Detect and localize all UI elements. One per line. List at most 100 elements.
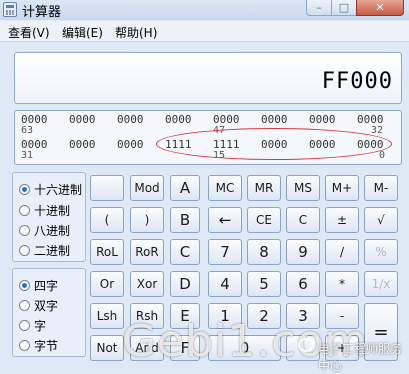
digit-2-button[interactable]: 2 [247, 303, 281, 329]
minimize-button[interactable]: – [306, 0, 332, 16]
ror-button[interactable]: RoR [130, 239, 164, 265]
not-button[interactable]: Not [90, 335, 124, 361]
bit-group[interactable]: 0000 [309, 113, 336, 126]
radio-dec[interactable]: 十进制 [19, 202, 70, 219]
percent-button[interactable]: % [364, 239, 398, 265]
window-title: 计算器 [22, 5, 62, 20]
radio-label: 双字 [34, 299, 59, 313]
digit-9-button[interactable]: 9 [286, 239, 320, 265]
digit-6-button[interactable]: 6 [286, 271, 320, 297]
menu-bar: 查看(V) 编辑(E) 帮助(H) [0, 21, 409, 42]
digit-4-button[interactable]: 4 [208, 271, 242, 297]
title-bar: 计算器 – □ ✕ [0, 0, 409, 20]
bit-group[interactable]: 0000 [117, 113, 144, 126]
bit-display-panel: 0000 0000 0000 0000 0000 0000 0000 0000 … [14, 110, 402, 165]
digit-7-button[interactable]: 7 [208, 239, 242, 265]
mc-button[interactable]: MC [208, 175, 242, 201]
maximize-button[interactable]: □ [331, 0, 357, 16]
radio-bin[interactable]: 二进制 [19, 242, 70, 259]
radio-checked-icon [19, 184, 30, 195]
radio-unchecked-icon [19, 320, 30, 331]
xor-button[interactable]: Xor [130, 271, 164, 297]
hex-b-button[interactable]: B [170, 207, 200, 233]
radio-dword[interactable]: 双字 [19, 297, 58, 314]
radio-unchecked-icon [19, 225, 30, 236]
bit-group[interactable]: 0000 [309, 138, 336, 151]
radio-oct[interactable]: 八进制 [19, 222, 70, 239]
decimal-button[interactable]: . [286, 335, 320, 361]
sqrt-button[interactable]: √ [364, 207, 398, 233]
digit-0-button[interactable]: 0 [208, 335, 281, 361]
hex-e-button[interactable]: E [170, 303, 200, 329]
and-button[interactable]: And [130, 335, 164, 361]
radio-label: 八进制 [34, 224, 71, 238]
digit-3-button[interactable]: 3 [286, 303, 320, 329]
backspace-button[interactable]: ← [208, 207, 242, 233]
mr-button[interactable]: MR [247, 175, 281, 201]
bit-group[interactable]: 0000 [261, 113, 288, 126]
radio-qword[interactable]: 四字 [19, 277, 58, 294]
divide-button[interactable]: / [325, 239, 359, 265]
bit-index: 63 [21, 125, 34, 136]
radio-label: 二进制 [34, 244, 71, 258]
bit-index: 47 [213, 125, 226, 136]
hex-c-button[interactable]: C [170, 239, 200, 265]
radio-byte[interactable]: 字节 [19, 337, 58, 354]
clear-button[interactable]: C [286, 207, 320, 233]
hex-d-button[interactable]: D [170, 271, 200, 297]
bit-group[interactable]: 0000 [261, 138, 288, 151]
bit-group[interactable]: 0000 [165, 113, 192, 126]
bit-group[interactable]: 0000 [69, 138, 96, 151]
rol-button[interactable]: RoL [90, 239, 124, 265]
negate-button[interactable]: ± [325, 207, 359, 233]
reciprocal-button[interactable]: 1/x [364, 271, 398, 297]
radio-unchecked-icon [19, 245, 30, 256]
digit-8-button[interactable]: 8 [247, 239, 281, 265]
radio-unchecked-icon [19, 300, 30, 311]
radio-checked-icon [19, 280, 30, 291]
display-screen: FF000 [14, 52, 402, 104]
equals-button[interactable]: = [364, 303, 398, 361]
bit-group[interactable]: 1111 [165, 138, 192, 151]
lsh-button[interactable]: Lsh [90, 303, 124, 329]
or-button[interactable]: Or [90, 271, 124, 297]
bit-group[interactable]: 0000 [69, 113, 96, 126]
word-size-group: 四字 双字 字 字节 [12, 268, 86, 357]
radio-unchecked-icon [19, 205, 30, 216]
radio-label: 字节 [34, 339, 59, 353]
blank-key[interactable] [90, 175, 124, 201]
close-paren-button[interactable]: ) [130, 207, 164, 233]
subtract-button[interactable]: - [325, 303, 359, 329]
bit-index: 0 [379, 150, 386, 161]
multiply-button[interactable]: * [325, 271, 359, 297]
hex-f-button[interactable]: F [170, 335, 200, 361]
hex-a-button[interactable]: A [170, 175, 200, 201]
bit-group[interactable]: 0000 [117, 138, 144, 151]
radio-label: 四字 [34, 279, 59, 293]
radio-unchecked-icon [19, 340, 30, 351]
m-minus-button[interactable]: M- [364, 175, 398, 201]
calculator-icon [3, 2, 17, 17]
open-paren-button[interactable]: ( [90, 207, 124, 233]
ms-button[interactable]: MS [286, 175, 320, 201]
menu-help[interactable]: 帮助(H) [115, 24, 157, 41]
close-button[interactable]: ✕ [356, 0, 404, 16]
bit-index: 31 [21, 150, 34, 161]
radio-hex[interactable]: 十六进制 [19, 181, 82, 198]
radio-word[interactable]: 字 [19, 317, 46, 334]
rsh-button[interactable]: Rsh [130, 303, 164, 329]
radio-label: 十进制 [34, 204, 71, 218]
digit-1-button[interactable]: 1 [208, 303, 242, 329]
bit-index: 32 [371, 125, 384, 136]
radio-label: 十六进制 [34, 183, 83, 197]
digit-5-button[interactable]: 5 [247, 271, 281, 297]
ce-button[interactable]: CE [247, 207, 281, 233]
display-value: FF000 [321, 69, 393, 94]
menu-view[interactable]: 查看(V) [8, 24, 50, 41]
mod-button[interactable]: Mod [130, 175, 164, 201]
bit-index: 15 [213, 150, 226, 161]
radix-group: 十六进制 十进制 八进制 二进制 [12, 172, 86, 262]
add-button[interactable]: + [325, 335, 359, 361]
menu-edit[interactable]: 编辑(E) [62, 24, 103, 41]
m-plus-button[interactable]: M+ [325, 175, 359, 201]
